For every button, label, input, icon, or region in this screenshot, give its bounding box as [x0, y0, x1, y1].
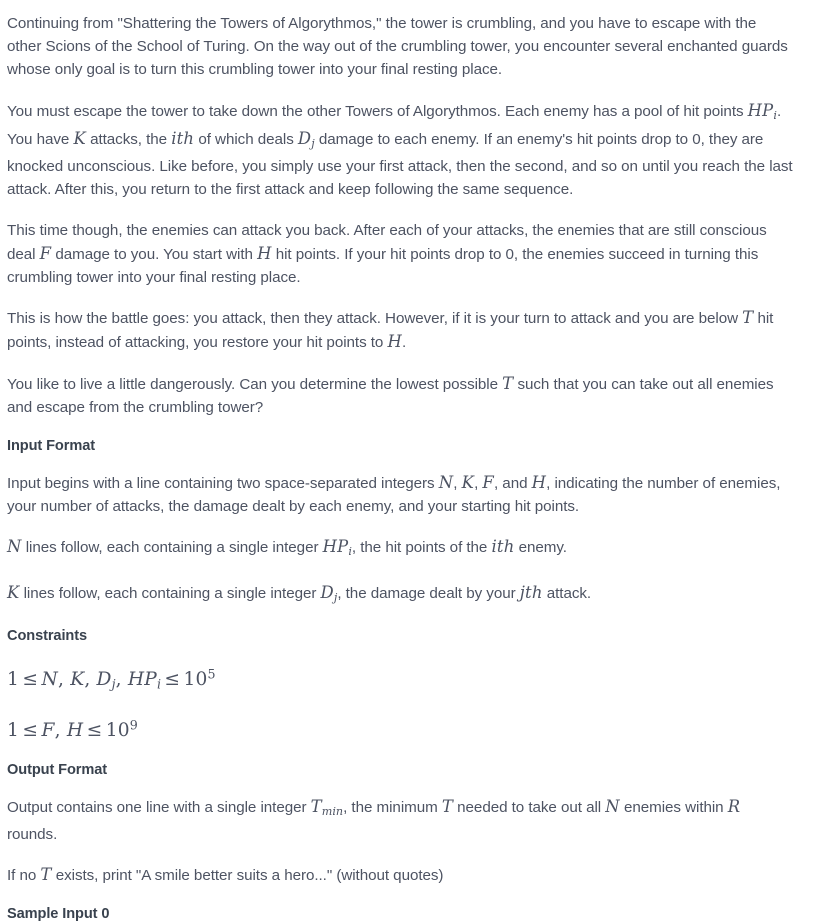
- paragraph-output-line1: Output contains one line with a single i…: [7, 795, 794, 847]
- text-fragment: ,: [453, 475, 462, 493]
- text-fragment: , the hit points of the: [351, 539, 492, 557]
- paragraph-input-line1: Input begins with a line containing two …: [7, 471, 794, 518]
- text-fragment: enemies within: [619, 798, 728, 816]
- text-fragment: You must escape the tower to take down t…: [7, 102, 748, 120]
- paragraph-input-line2: N lines follow, each containing a single…: [7, 535, 794, 563]
- math-n: N: [438, 473, 454, 493]
- math-t-min: Tmin: [310, 796, 344, 818]
- text-fragment: , and: [493, 475, 532, 493]
- math-n: N: [605, 796, 620, 816]
- problem-statement: Continuing from "Shattering the Towers o…: [0, 0, 830, 924]
- math-d-j: Dj: [320, 582, 338, 604]
- paragraph-battle: This is how the battle goes: you attack,…: [7, 306, 794, 354]
- text-fragment: If no: [7, 867, 41, 885]
- text-fragment: attacks, the: [85, 130, 172, 148]
- math-k: K: [461, 473, 475, 493]
- text-fragment: attack.: [542, 584, 592, 602]
- text-fragment: rounds.: [7, 826, 58, 844]
- text-fragment: damage to you. You start with: [51, 245, 258, 263]
- paragraph-output-line2: If no T exists, print "A smile better su…: [7, 863, 794, 887]
- math-h: H: [387, 332, 402, 352]
- math-d-j: Dj: [297, 128, 315, 151]
- math-ith: ith: [171, 128, 195, 148]
- math-t: T: [441, 796, 453, 816]
- math-k: K: [7, 582, 20, 602]
- text-fragment: , the minimum: [343, 798, 442, 816]
- math-ith: ith: [491, 537, 515, 557]
- paragraph-question: You like to live a little dangerously. C…: [7, 372, 794, 419]
- heading-sample-input-0: Sample Input 0: [7, 906, 110, 923]
- math-f: F: [39, 243, 52, 263]
- math-r: R: [727, 796, 741, 816]
- text-fragment: , the damage dealt by your: [337, 584, 520, 602]
- constraint-vars-2: F, H: [41, 719, 84, 741]
- paragraph-mechanics: You must escape the tower to take down t…: [7, 99, 794, 202]
- math-t: T: [40, 865, 52, 885]
- math-t: T: [742, 308, 754, 328]
- math-h: H: [531, 473, 547, 493]
- text-fragment: enemy.: [514, 539, 567, 557]
- math-t: T: [502, 373, 514, 393]
- text-fragment: This is how the battle goes: you attack,…: [7, 310, 743, 328]
- text-fragment: needed to take out all: [453, 798, 606, 816]
- text-fragment: lines follow, each containing a single i…: [21, 539, 323, 557]
- heading-output-format: Output Format: [7, 761, 108, 778]
- heading-input-format: Input Format: [7, 438, 95, 455]
- math-constraint-hp: 1 ≤ N, K, Dj, HPi ≤105: [7, 666, 216, 692]
- constraint-line-1: 1 ≤ N, K, Dj, HPi ≤105: [7, 661, 794, 696]
- text-fragment: lines follow, each containing a single i…: [19, 584, 321, 602]
- paragraph-enemies: This time though, the enemies can attack…: [7, 219, 794, 290]
- constraint-vars-1: N, K, Dj, HPi: [41, 668, 162, 692]
- text-fragment: exists, print "A smile better suits a he…: [51, 867, 444, 885]
- math-jth: jth: [519, 582, 543, 602]
- text-fragment: Input begins with a line containing two …: [7, 475, 439, 493]
- paragraph-intro: Continuing from "Shattering the Towers o…: [7, 15, 788, 79]
- math-hp-i: HPi: [747, 100, 777, 122]
- math-hp-i: HPi: [322, 537, 352, 559]
- math-f: F: [482, 473, 494, 493]
- heading-constraints: Constraints: [7, 628, 87, 645]
- constraint-line-2: 1 ≤ F, H ≤109: [7, 712, 794, 744]
- text-fragment: .: [401, 334, 407, 352]
- text-fragment: of which deals: [194, 130, 298, 148]
- text-fragment: Output contains one line with a single i…: [7, 798, 311, 816]
- paragraph-input-line3: K lines follow, each containing a single…: [7, 581, 794, 609]
- text-fragment: You like to live a little dangerously. C…: [7, 375, 503, 393]
- math-n: N: [7, 537, 22, 557]
- math-constraint-fh: 1 ≤ F, H ≤109: [7, 717, 138, 741]
- math-h: H: [257, 243, 272, 263]
- math-k: K: [73, 128, 86, 148]
